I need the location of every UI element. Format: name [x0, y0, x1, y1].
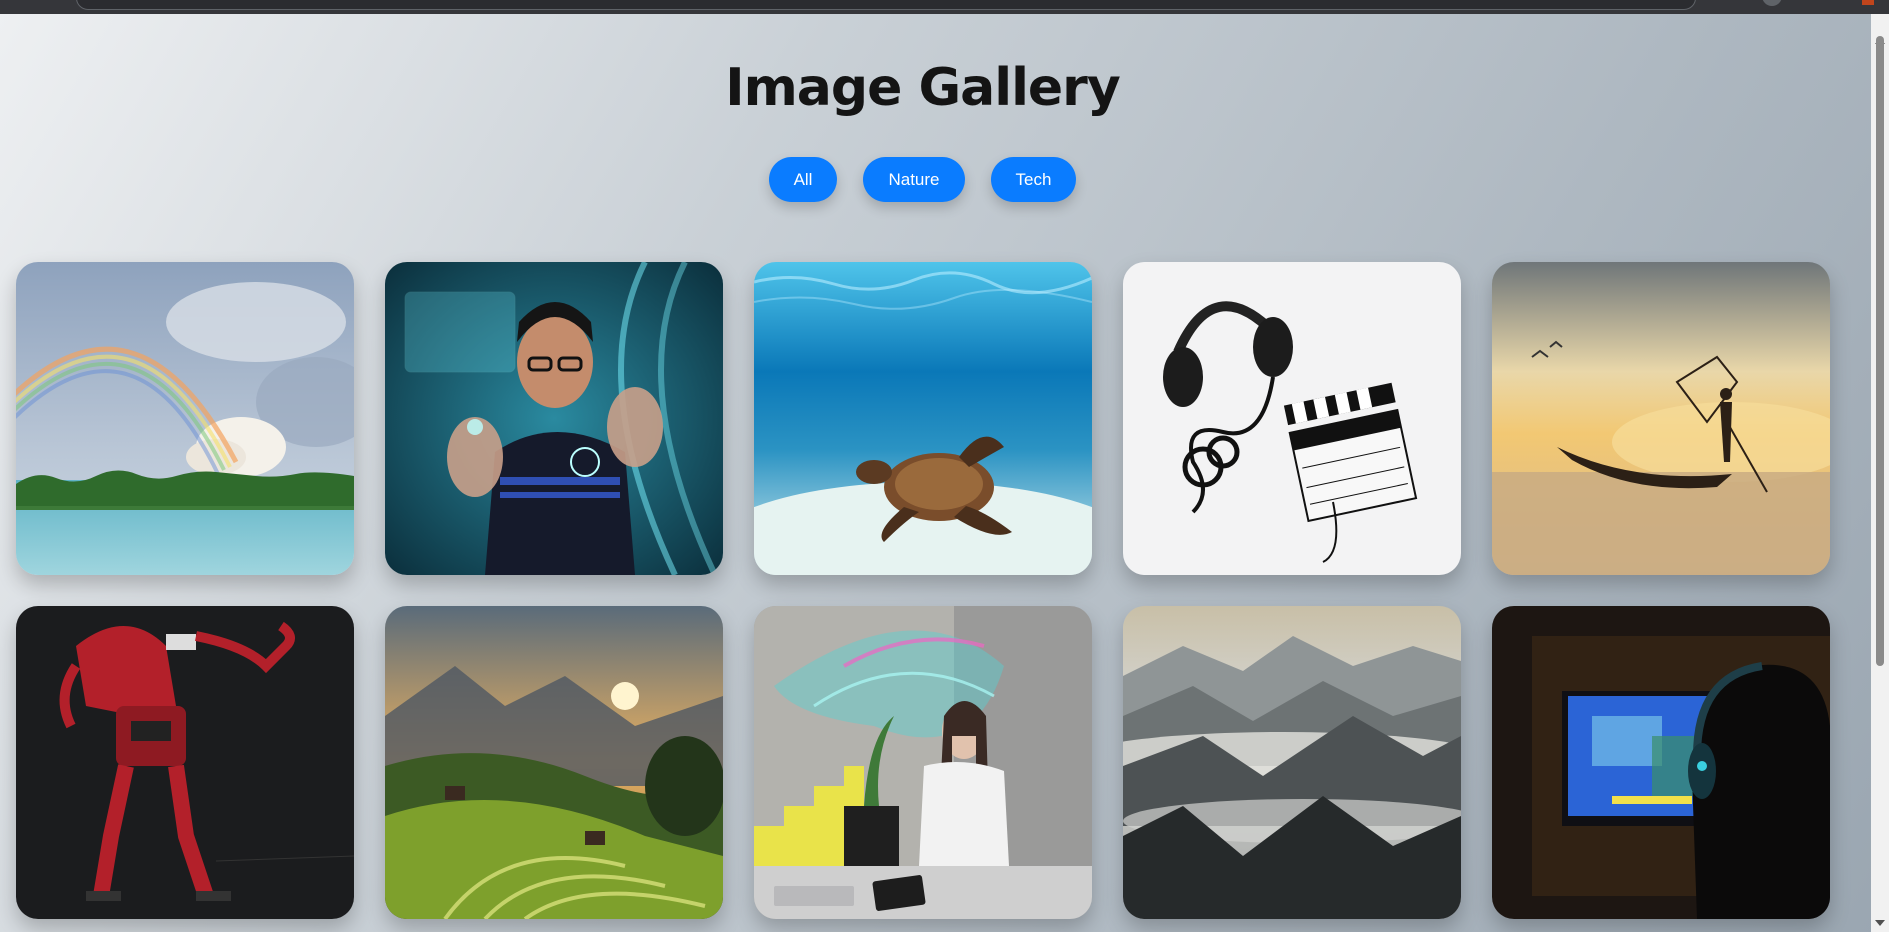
fisherman-sunset-image: [1492, 262, 1830, 575]
gallery-card-headphones-clapper[interactable]: [1123, 262, 1461, 575]
extension-icon[interactable]: [1862, 0, 1874, 5]
gallery-card-hologram-man[interactable]: [385, 262, 723, 575]
rainbow-lake-image: [16, 262, 354, 575]
gallery-card-vr-woman[interactable]: [754, 606, 1092, 919]
gallery-card-rainbow[interactable]: [16, 262, 354, 575]
gallery-card-rice-terraces[interactable]: [385, 606, 723, 919]
filter-tech-button[interactable]: Tech: [990, 157, 1077, 202]
sea-turtle-image: [754, 262, 1092, 575]
gallery-card-gaming[interactable]: [1492, 606, 1830, 919]
red-robot-image: [16, 606, 354, 919]
filter-nature-button[interactable]: Nature: [863, 157, 965, 202]
image-grid: [16, 262, 1830, 919]
page-title: Image Gallery: [725, 58, 1120, 118]
scrollbar-thumb[interactable]: [1876, 36, 1884, 666]
misty-mountains-image: [1123, 606, 1461, 919]
filter-all-button[interactable]: All: [768, 157, 838, 202]
gallery-card-sea-turtle[interactable]: [754, 262, 1092, 575]
gaming-tv-image: [1492, 606, 1830, 919]
address-bar[interactable]: [76, 0, 1696, 10]
gallery-card-fisherman[interactable]: [1492, 262, 1830, 575]
hologram-interface-image: [385, 262, 723, 575]
rice-terraces-image: [385, 606, 723, 919]
gallery-card-robot[interactable]: [16, 606, 354, 919]
browser-top-strip: [0, 0, 1889, 14]
profile-avatar[interactable]: [1762, 0, 1782, 6]
headphones-clapperboard-image: [1123, 262, 1461, 575]
vertical-scrollbar[interactable]: [1871, 14, 1889, 932]
filter-bar: All Nature Tech: [0, 157, 1845, 202]
scroll-down-arrow-icon[interactable]: [1875, 920, 1885, 926]
vr-headset-woman-image: [754, 606, 1092, 919]
gallery-card-misty-mountains[interactable]: [1123, 606, 1461, 919]
